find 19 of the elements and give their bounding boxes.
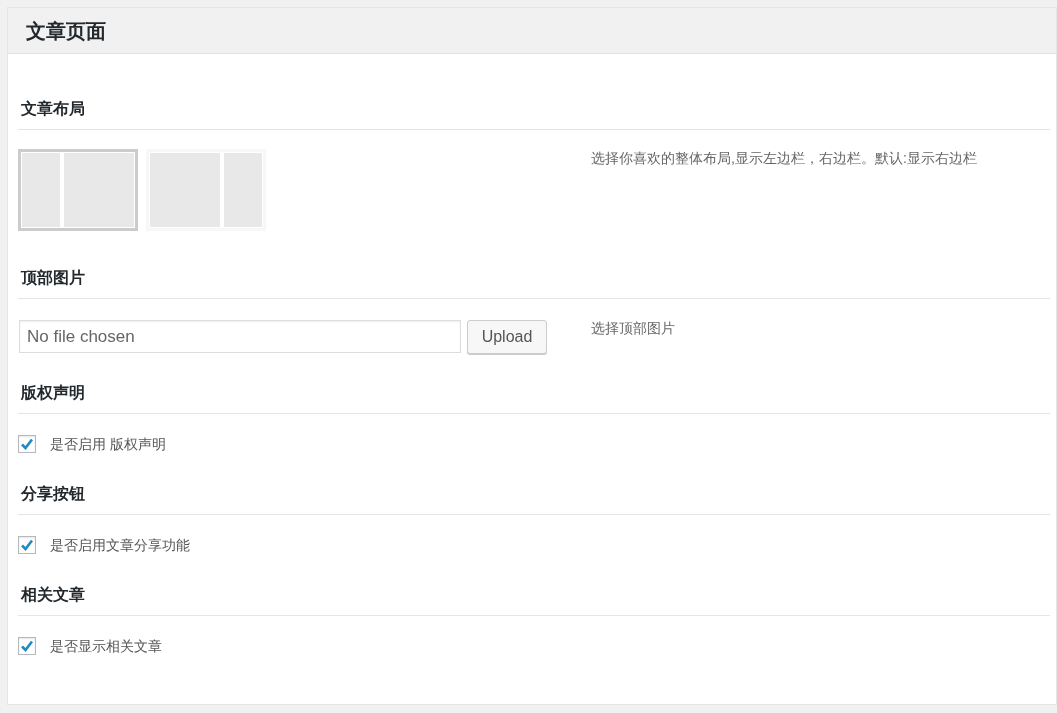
- upload-button[interactable]: Upload: [467, 320, 547, 354]
- checkbox-label: 是否启用 版权声明: [50, 434, 166, 454]
- checkbox-label: 是否启用文章分享功能: [50, 535, 190, 555]
- section-heading: 分享按钮: [21, 484, 86, 504]
- checkbox[interactable]: [18, 637, 36, 655]
- section-heading: 文章布局: [21, 99, 86, 119]
- checkmark-icon: [20, 539, 34, 551]
- section-heading: 顶部图片: [21, 268, 86, 288]
- file-path-field[interactable]: No file chosen: [19, 320, 461, 353]
- field-description: 选择你喜欢的整体布局,显示左边栏，右边栏。默认:显示右边栏: [591, 149, 978, 168]
- checkmark-icon: [20, 640, 34, 652]
- checkbox-label: 是否显示相关文章: [50, 636, 162, 656]
- field-description: 选择顶部图片: [591, 319, 675, 338]
- checkbox[interactable]: [18, 435, 36, 453]
- page-title: 文章页面: [26, 18, 106, 44]
- checkbox[interactable]: [18, 536, 36, 554]
- section-heading: 版权声明: [21, 383, 86, 403]
- section-heading: 相关文章: [21, 585, 86, 605]
- checkmark-icon: [20, 438, 34, 450]
